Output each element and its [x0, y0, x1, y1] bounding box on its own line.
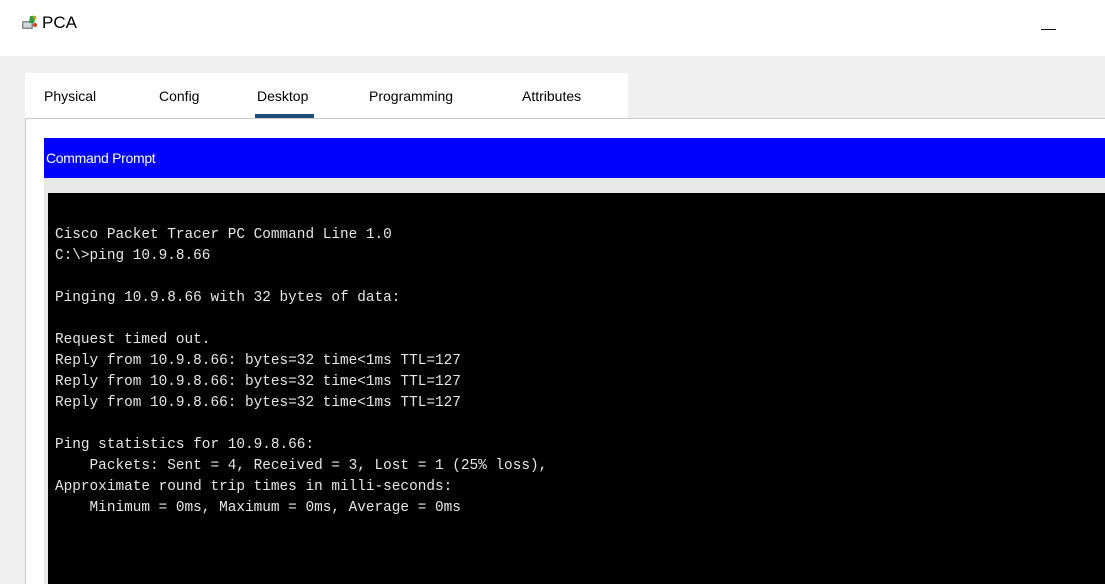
terminal-line: Pinging 10.9.8.66 with 32 bytes of data:: [55, 290, 401, 306]
command-prompt-title: Command Prompt: [46, 150, 156, 166]
title-bar: PCA: [0, 0, 1105, 56]
terminal-line: Reply from 10.9.8.66: bytes=32 time<1ms …: [55, 353, 461, 369]
window-title: PCA: [42, 13, 77, 32]
tab-physical[interactable]: Physical: [44, 73, 96, 118]
terminal-line: C:\>ping 10.9.8.66: [55, 248, 211, 264]
terminal-line: Cisco Packet Tracer PC Command Line 1.0: [55, 227, 392, 243]
packet-tracer-pc-icon: [21, 14, 39, 32]
tab-bar: Physical Config Desktop Programming Attr…: [25, 73, 628, 118]
terminal-line: Request timed out.: [55, 332, 211, 348]
tab-programming[interactable]: Programming: [369, 73, 453, 118]
terminal-output: Cisco Packet Tracer PC Command Line 1.0 …: [55, 225, 547, 519]
terminal-line: Reply from 10.9.8.66: bytes=32 time<1ms …: [55, 395, 461, 411]
terminal-line: Approximate round trip times in milli-se…: [55, 479, 453, 495]
tab-desktop[interactable]: Desktop: [254, 73, 315, 118]
terminal-line: Packets: Sent = 4, Received = 3, Lost = …: [55, 458, 548, 474]
terminal-line: Minimum = 0ms, Maximum = 0ms, Average = …: [55, 500, 461, 516]
terminal-line: Ping statistics for 10.9.8.66:: [55, 437, 315, 453]
terminal-line: Reply from 10.9.8.66: bytes=32 time<1ms …: [55, 374, 461, 390]
terminal[interactable]: Cisco Packet Tracer PC Command Line 1.0 …: [48, 193, 1105, 584]
tab-attributes[interactable]: Attributes: [522, 73, 581, 118]
command-prompt-header: Command Prompt: [44, 138, 1105, 178]
tab-config[interactable]: Config: [159, 73, 199, 118]
minimize-button[interactable]: [1032, 6, 1066, 40]
